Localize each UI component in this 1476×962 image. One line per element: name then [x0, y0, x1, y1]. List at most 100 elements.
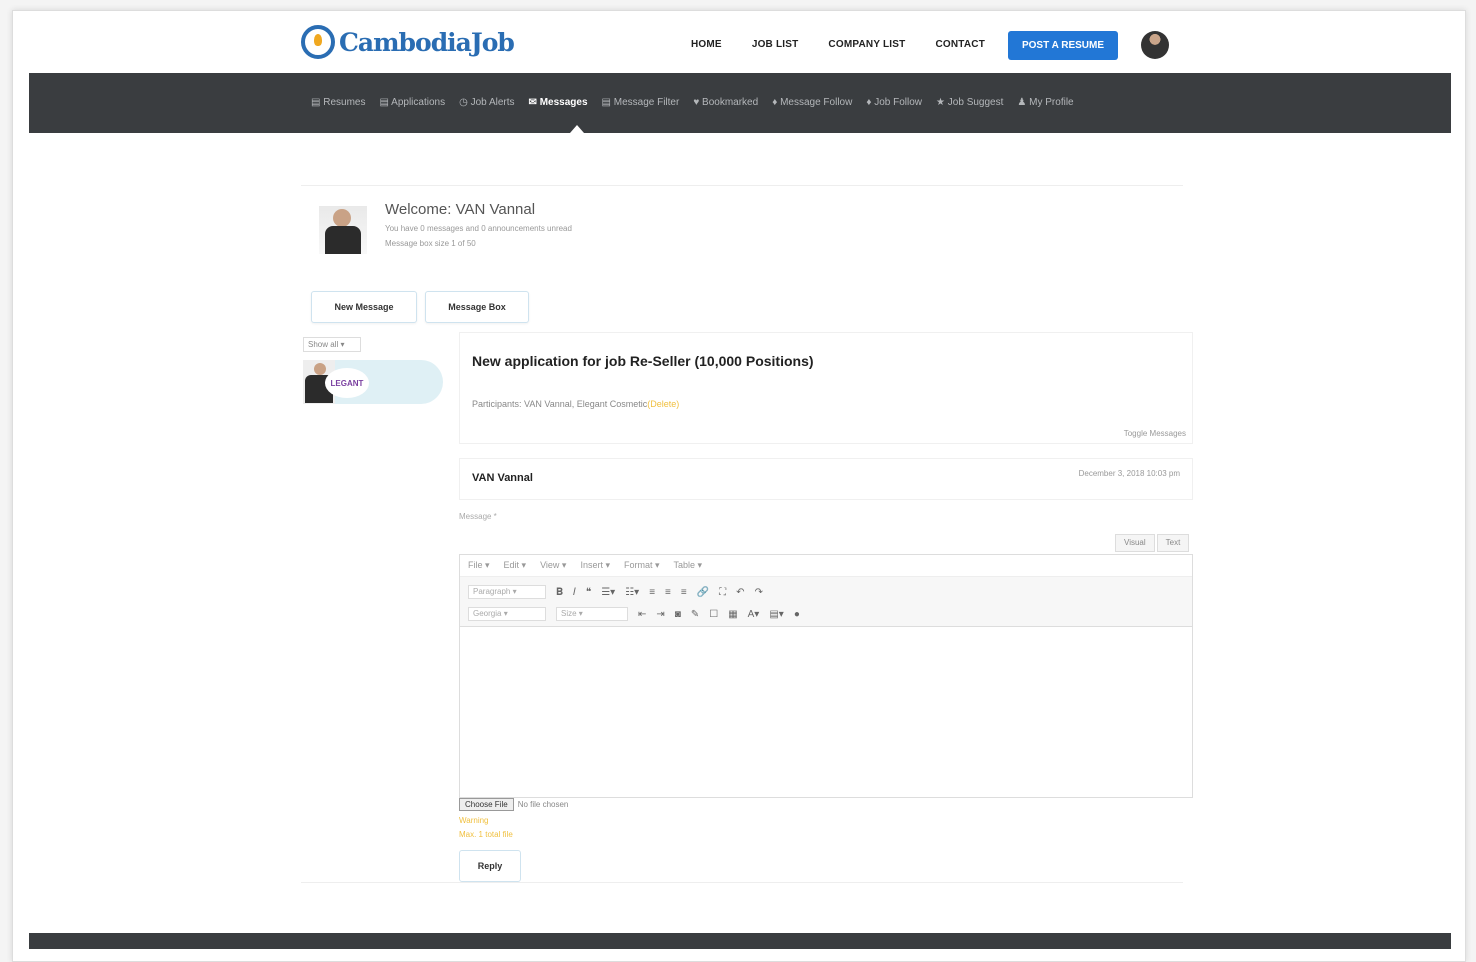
align-right-icon[interactable]: ≡ [681, 587, 687, 598]
top-nav: HOME JOB LIST COMPANY LIST CONTACT [691, 39, 985, 50]
media-icon[interactable]: ▦ [728, 609, 737, 620]
welcome-avatar [319, 206, 367, 254]
nav-job-list[interactable]: JOB LIST [752, 39, 799, 50]
subnav-icon: ♥ [693, 97, 700, 108]
nav-home[interactable]: HOME [691, 39, 722, 50]
menu-insert[interactable]: Insert ▾ [580, 560, 610, 571]
brush-icon[interactable]: ✎ [691, 609, 699, 620]
editor-menubar: File ▾ Edit ▾ View ▾ Insert ▾ Format ▾ T… [460, 555, 1192, 577]
file-status: No file chosen [517, 800, 569, 809]
welcome-title: Welcome: VAN Vannal [385, 201, 536, 218]
align-center-icon[interactable]: ≡ [665, 587, 671, 598]
subnav-icon: ▤ [601, 97, 611, 108]
subnav-label: Job Alerts [470, 97, 515, 108]
subnav-item-resumes[interactable]: ▤ Resumes [311, 97, 365, 108]
menu-view[interactable]: View ▾ [540, 560, 566, 571]
font-select[interactable]: Georgia ▾ [468, 607, 546, 621]
size-select[interactable]: Size ▾ [556, 607, 628, 621]
size-select-value: Size [561, 609, 577, 618]
numbered-list-icon[interactable]: ☷▾ [625, 587, 639, 598]
paragraph-select-value: Paragraph [473, 587, 511, 596]
upload-warning: Warning [459, 816, 489, 825]
subnav-icon: ▤ [379, 97, 389, 108]
subnav-label: Resumes [323, 97, 366, 108]
message-item: VAN Vannal December 3, 2018 10:03 pm [459, 458, 1193, 500]
tab-visual[interactable]: Visual [1115, 534, 1155, 552]
post-resume-button[interactable]: POST A RESUME [1008, 31, 1118, 60]
text-color-icon[interactable]: A▾ [748, 609, 760, 620]
menu-table[interactable]: Table ▾ [674, 560, 703, 571]
italic-icon[interactable]: 𝐼 [573, 587, 576, 598]
company-logo: LEGANT [325, 368, 369, 398]
menu-edit[interactable]: Edit ▾ [504, 560, 527, 571]
rich-text-editor: File ▾ Edit ▾ View ▾ Insert ▾ Format ▾ T… [459, 554, 1193, 798]
subnav-item-job-suggest[interactable]: ★ Job Suggest [936, 97, 1003, 108]
menu-file[interactable]: File ▾ [468, 560, 490, 571]
subnav-item-job-alerts[interactable]: ◷ Job Alerts [459, 97, 514, 108]
bold-icon[interactable]: 𝐁 [556, 587, 563, 598]
nav-contact[interactable]: CONTACT [935, 39, 985, 50]
undo-icon[interactable]: ↶ [736, 587, 744, 598]
subnav-label: Job Suggest [947, 97, 1004, 108]
new-message-button[interactable]: New Message [311, 291, 417, 323]
subnav-icon: ♦ [866, 97, 872, 108]
subnav-item-my-profile[interactable]: ♟ My Profile [1017, 97, 1073, 108]
upload-limit: Max. 1 total file [459, 830, 513, 839]
subnav-item-job-follow[interactable]: ♦ Job Follow [866, 97, 922, 108]
camera-icon[interactable]: ◙ [675, 609, 681, 620]
subnav-label: Bookmarked [702, 97, 759, 108]
link-icon[interactable]: 🔗 [697, 587, 709, 598]
subnav-label: Job Follow [874, 97, 923, 108]
subnav-item-bookmarked[interactable]: ♥ Bookmarked [693, 97, 758, 108]
menu-format[interactable]: Format ▾ [624, 560, 660, 571]
subnav-icon: ▤ [311, 97, 321, 108]
user-avatar[interactable] [1141, 31, 1169, 59]
tab-text[interactable]: Text [1156, 534, 1190, 552]
show-filter-select[interactable]: Show all ▾ [303, 337, 361, 352]
message-sender: VAN Vannal [472, 472, 533, 484]
toggle-messages-link[interactable]: Toggle Messages [1124, 429, 1186, 438]
site-logo[interactable]: CambodiaJob [301, 25, 515, 59]
thread-title: New application for job Re-Seller (10,00… [472, 353, 814, 369]
blockquote-icon[interactable]: ❝ [586, 587, 591, 598]
logo-text: CambodiaJob [339, 27, 515, 57]
indent-icon[interactable]: ⇥ [656, 609, 664, 620]
message-date: December 3, 2018 10:03 pm [1078, 469, 1180, 478]
subnav-icon: ♦ [772, 97, 778, 108]
help-icon[interactable]: ● [794, 609, 800, 620]
font-select-value: Georgia [473, 609, 502, 618]
participants-label: Participants: VAN Vannal, Elegant Cosmet… [472, 399, 648, 409]
choose-file-button[interactable]: Choose File [459, 798, 514, 811]
subnav-item-applications[interactable]: ▤ Applications [379, 97, 445, 108]
box-size-info: Message box size 1 of 50 [385, 239, 476, 248]
message-textarea[interactable] [460, 627, 1192, 797]
file-upload: Choose File No file chosen [459, 798, 568, 811]
conversation-item[interactable]: LEGANT [303, 360, 443, 404]
unread-summary: You have 0 messages and 0 announcements … [385, 224, 572, 233]
nav-company-list[interactable]: COMPANY LIST [828, 39, 905, 50]
editor-mode-tabs: Visual Text [1115, 534, 1190, 552]
redo-icon[interactable]: ↷ [755, 587, 763, 598]
bullet-list-icon[interactable]: ☰▾ [601, 587, 615, 598]
reply-button[interactable]: Reply [459, 850, 521, 882]
subnav-item-messages[interactable]: ✉ Messages [529, 97, 588, 108]
delete-link[interactable]: (Delete) [647, 399, 679, 409]
subnav-items: ▤ Resumes ▤ Applications ◷ Job Alerts ✉ Mes… [311, 97, 1074, 108]
box-icon[interactable]: ☐ [709, 609, 718, 620]
subnav-label: Message Follow [780, 97, 853, 108]
site-header: CambodiaJob HOME JOB LIST COMPANY LIST C… [13, 11, 1465, 73]
align-left-icon[interactable]: ≡ [649, 587, 655, 598]
site-footer [29, 933, 1451, 949]
subnav-icon: ★ [936, 97, 946, 108]
table-icon[interactable]: ▤▾ [769, 609, 783, 620]
message-box-button[interactable]: Message Box [425, 291, 529, 323]
fullscreen-icon[interactable]: ⛶ [719, 587, 726, 598]
subnav-label: Applications [391, 97, 446, 108]
active-caret-icon [570, 125, 584, 133]
subnav-item-message-filter[interactable]: ▤ Message Filter [602, 97, 680, 108]
outdent-icon[interactable]: ⇤ [638, 609, 646, 620]
paragraph-select[interactable]: Paragraph ▾ [468, 585, 546, 599]
editor-toolbar: Paragraph ▾ 𝐁 𝐼 ❝ ☰▾ ☷▾ ≡ ≡ ≡ 🔗 ⛶ ↶ ↷ Ge… [460, 577, 1192, 627]
subnav-label: Message Filter [613, 97, 680, 108]
subnav-item-message-follow[interactable]: ♦ Message Follow [772, 97, 852, 108]
